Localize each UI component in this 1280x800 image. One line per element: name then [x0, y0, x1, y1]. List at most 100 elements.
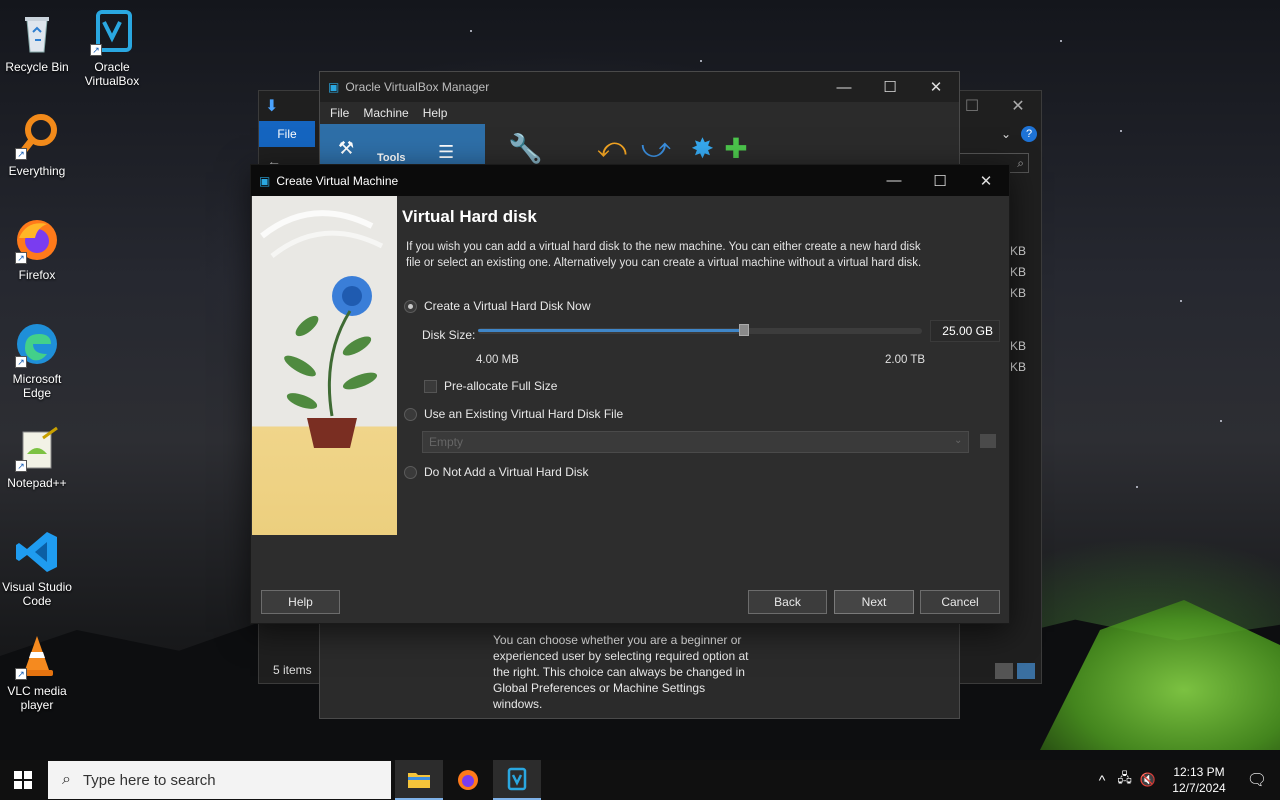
desktop-icon-label: Oracle VirtualBox — [84, 60, 140, 88]
disk-size-input[interactable]: 25.00 GB — [930, 320, 1000, 342]
radio-indicator[interactable] — [404, 407, 417, 421]
add-plus-icon[interactable]: ✚ — [724, 132, 747, 165]
slider-min-label: 4.00 MB — [476, 354, 519, 366]
taskbar-search-box[interactable]: ⌕ Type here to search — [48, 761, 391, 799]
desktop-icon-label: Firefox — [18, 268, 56, 282]
desktop-icon-label: VLC media player — [7, 684, 67, 712]
details-view-icon[interactable] — [995, 663, 1013, 679]
taskbar-clock[interactable]: 12:13 PM 12/7/2024 — [1164, 764, 1234, 796]
preallocate-checkbox[interactable]: Pre-allocate Full Size — [424, 379, 557, 393]
dialog-minimize-button[interactable]: — — [871, 165, 917, 196]
dialog-title: Create Virtual Machine — [276, 173, 399, 188]
taskbar-file-explorer[interactable] — [395, 760, 443, 800]
file-size-cell: KB — [1009, 339, 1026, 353]
firefox-icon: ↗ — [13, 216, 61, 264]
vbox-toolbar: 🔧 ⤺ ⤻ ✸ ✚ — [508, 132, 748, 165]
shortcut-arrow-icon: ↗ — [15, 148, 27, 160]
radio-indicator[interactable] — [404, 299, 417, 313]
virtualbox-icon: ↗ — [88, 8, 136, 56]
windows-start-icon[interactable] — [14, 771, 32, 792]
vbox-window-title: Oracle VirtualBox Manager — [345, 80, 490, 94]
notification-icon[interactable]: 🗨 — [1234, 770, 1280, 790]
help-icon[interactable]: ? — [1021, 126, 1037, 142]
radio-use-existing-disk[interactable]: Use an Existing Virtual Hard Disk File — [404, 407, 623, 421]
discard-arrow-icon[interactable]: ⤺ — [597, 132, 627, 165]
everything-search-icon: ↗ — [13, 112, 61, 160]
desktop-icon-notepad-plus-plus[interactable]: ↗ Notepad++ — [1, 424, 73, 490]
radio-label: Use an Existing Virtual Hard Disk File — [424, 407, 624, 421]
explorer-close-button[interactable]: ✕ — [995, 96, 1041, 116]
desktop-icon-label: Recycle Bin — [5, 60, 69, 74]
notepad-plus-plus-icon: ↗ — [13, 424, 61, 472]
menu-item-machine[interactable]: Machine — [363, 106, 408, 120]
desktop-icon-microsoft-edge[interactable]: ↗ Microsoft Edge — [1, 320, 73, 400]
folder-browse-icon[interactable] — [980, 434, 996, 448]
dialog-titlebar: ▣ Create Virtual Machine — ☐ ✕ — [251, 165, 1009, 196]
gear-star-icon[interactable]: ✸ — [691, 132, 714, 165]
dialog-close-button[interactable]: ✕ — [963, 165, 1009, 196]
system-tray: ^ 🖧 🔇 12:13 PM 12/7/2024 🗨 — [1099, 760, 1280, 800]
desktop-icon-oracle-virtualbox[interactable]: ↗ Oracle VirtualBox — [76, 8, 148, 88]
shortcut-arrow-icon: ↗ — [15, 356, 27, 368]
existing-disk-select[interactable]: Empty — [422, 431, 969, 453]
slider-max-label: 2.00 TB — [885, 354, 926, 366]
taskbar-firefox[interactable] — [444, 760, 492, 800]
show-arrow-icon[interactable]: ⤻ — [641, 132, 671, 165]
desktop-icon-visual-studio-code[interactable]: Visual Studio Code — [1, 528, 73, 608]
menu-item-help[interactable]: Help — [423, 106, 448, 120]
desktop-icon-recycle-bin[interactable]: Recycle Bin — [1, 8, 73, 74]
taskbar-virtualbox[interactable] — [493, 760, 541, 800]
radio-do-not-add-disk[interactable]: Do Not Add a Virtual Hard Disk — [404, 465, 589, 479]
help-button[interactable]: Help — [261, 590, 340, 614]
explorer-status-items: 5 items — [273, 663, 312, 677]
search-icon: ⌕ — [1017, 155, 1024, 170]
list-menu-icon[interactable]: ☰ — [438, 142, 454, 163]
slider-fill — [478, 329, 745, 332]
desktop-icon-label: Microsoft Edge — [12, 372, 62, 400]
file-size-cell: KB — [1009, 244, 1026, 258]
virtualbox-icon — [507, 767, 527, 791]
shortcut-arrow-icon: ↗ — [90, 44, 102, 56]
vbox-minimize-button[interactable]: — — [821, 72, 867, 102]
next-button[interactable]: Next — [834, 590, 914, 614]
file-size-cell: KB — [1009, 286, 1026, 300]
virtualbox-icon: ▣ — [259, 173, 271, 188]
tiles-view-icon[interactable] — [1017, 663, 1035, 679]
vbox-close-button[interactable]: ✕ — [913, 72, 959, 102]
radio-indicator[interactable] — [404, 465, 417, 479]
chevron-down-icon: ⌄ — [954, 435, 963, 446]
tools-item[interactable]: ⚒ Tools ☰ — [320, 124, 485, 168]
checkbox-label: Pre-allocate Full Size — [444, 379, 558, 393]
clock-time: 12:13 PM — [1173, 765, 1225, 779]
shortcut-arrow-icon: ↗ — [15, 252, 27, 264]
vbox-maximize-button[interactable]: ☐ — [867, 72, 913, 102]
page-title: Virtual Hard disk — [402, 207, 537, 226]
radio-create-disk-now[interactable]: Create a Virtual Hard Disk Now — [404, 299, 591, 313]
checkbox-indicator[interactable] — [424, 379, 437, 393]
desktop-icon-label: Notepad++ — [7, 476, 67, 490]
dialog-maximize-button[interactable]: ☐ — [917, 165, 963, 196]
desktop-icon-vlc-media-player[interactable]: ↗ VLC media player — [1, 632, 73, 712]
vscode-icon — [13, 528, 61, 576]
slider-handle[interactable] — [739, 324, 750, 336]
disk-size-label: Disk Size: — [422, 328, 476, 342]
clock-date: 12/7/2024 — [1172, 781, 1226, 795]
chevron-up-icon[interactable]: ^ — [1099, 772, 1106, 788]
file-size-cell: KB — [1009, 360, 1026, 374]
explorer-file-tab[interactable]: File — [259, 121, 315, 147]
back-button[interactable]: Back — [748, 590, 827, 614]
volume-muted-icon[interactable]: 🔇 — [1140, 772, 1156, 788]
welcome-info-text: You can choose whether you are a beginne… — [493, 633, 749, 711]
menu-item-file[interactable]: File — [330, 106, 349, 120]
radio-label: Create a Virtual Hard Disk Now — [424, 299, 591, 313]
create-vm-dialog[interactable]: ▣ Create Virtual Machine — ☐ ✕ Virtual H… — [250, 164, 1010, 624]
desktop-icon-firefox[interactable]: ↗ Firefox — [1, 216, 73, 282]
virtualbox-icon: ▣ — [328, 80, 340, 94]
taskbar: ⌕ Type here to search ^ 🖧 🔇 12:13 PM 12/… — [0, 760, 1280, 800]
disk-size-slider[interactable] — [478, 324, 922, 336]
network-icon[interactable]: 🖧 — [1117, 769, 1132, 791]
chevron-down-icon[interactable]: ⌄ — [1001, 127, 1011, 141]
settings-wrench-icon[interactable]: 🔧 — [508, 132, 543, 165]
cancel-button[interactable]: Cancel — [920, 590, 1000, 614]
desktop-icon-everything[interactable]: ↗ Everything — [1, 112, 73, 178]
